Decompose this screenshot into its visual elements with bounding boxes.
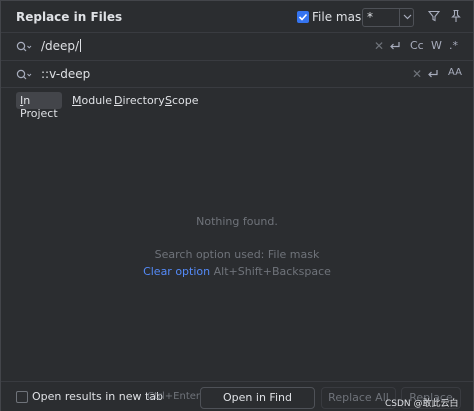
- open-new-tab-checkbox[interactable]: [16, 391, 28, 403]
- file-mask-value[interactable]: *: [367, 10, 373, 24]
- clear-find-icon[interactable]: ✕: [374, 39, 384, 53]
- find-input[interactable]: /deep/: [41, 39, 82, 53]
- checkmark-icon: [298, 13, 308, 21]
- dialog-title: Replace in Files: [16, 10, 123, 24]
- preserve-case-toggle[interactable]: AA: [448, 67, 462, 78]
- clear-option-link[interactable]: Clear option: [143, 265, 210, 278]
- replace-row: ::v-deep ✕ AA: [1, 60, 473, 88]
- clear-replace-icon[interactable]: ✕: [412, 67, 422, 81]
- whole-words-toggle[interactable]: W: [431, 39, 442, 52]
- tab-mnemonic: S: [165, 94, 172, 107]
- replace-in-files-dialog: Replace in Files File mask: * /deep/ ✕ C…: [0, 0, 474, 411]
- tab-label: irectory: [122, 94, 165, 107]
- match-case-toggle[interactable]: Cc: [410, 39, 424, 52]
- new-line-icon[interactable]: [388, 41, 401, 52]
- tab-label: n Project: [20, 94, 58, 120]
- combo-dropdown-button[interactable]: [399, 9, 414, 26]
- replace-input[interactable]: ::v-deep: [41, 67, 90, 81]
- find-input-value[interactable]: /deep/: [41, 39, 79, 53]
- tab-module[interactable]: Module: [68, 92, 116, 109]
- pin-icon[interactable]: [450, 9, 462, 23]
- find-row: /deep/ ✕ Cc W .*: [1, 32, 473, 60]
- tab-scope[interactable]: Scope: [161, 92, 203, 109]
- new-line-icon[interactable]: [426, 69, 439, 80]
- regex-toggle[interactable]: .*: [449, 39, 458, 52]
- tab-label: odule: [81, 94, 113, 107]
- find-window-shortcut: Ctrl+Enter: [147, 391, 201, 402]
- tab-in-project[interactable]: In Project: [16, 92, 62, 120]
- nothing-found-message: Nothing found.: [196, 215, 278, 228]
- filter-icon[interactable]: [428, 10, 440, 22]
- file-mask-combo[interactable]: *: [362, 8, 414, 27]
- text-caret: [80, 39, 82, 52]
- tab-directory[interactable]: Directory: [110, 92, 169, 109]
- chevron-down-icon: [403, 14, 412, 20]
- search-option-text: Search option used: File mask: [154, 248, 320, 261]
- file-mask-checkbox[interactable]: [297, 11, 309, 23]
- clear-option-shortcut: Alt+Shift+Backspace: [213, 265, 331, 278]
- watermark: CSDN @敢此云白: [385, 399, 459, 409]
- tab-mnemonic: M: [72, 94, 82, 107]
- clear-option-line: Clear option Alt+Shift+Backspace: [1, 265, 473, 278]
- open-in-find-window-button[interactable]: Open in Find Window: [200, 387, 315, 409]
- search-history-icon[interactable]: [16, 41, 32, 53]
- replace-history-icon[interactable]: [16, 69, 32, 81]
- tab-label: cope: [171, 94, 199, 107]
- dialog-header: Replace in Files File mask: *: [1, 1, 473, 34]
- open-new-tab-label[interactable]: Open results in new tab: [32, 390, 163, 403]
